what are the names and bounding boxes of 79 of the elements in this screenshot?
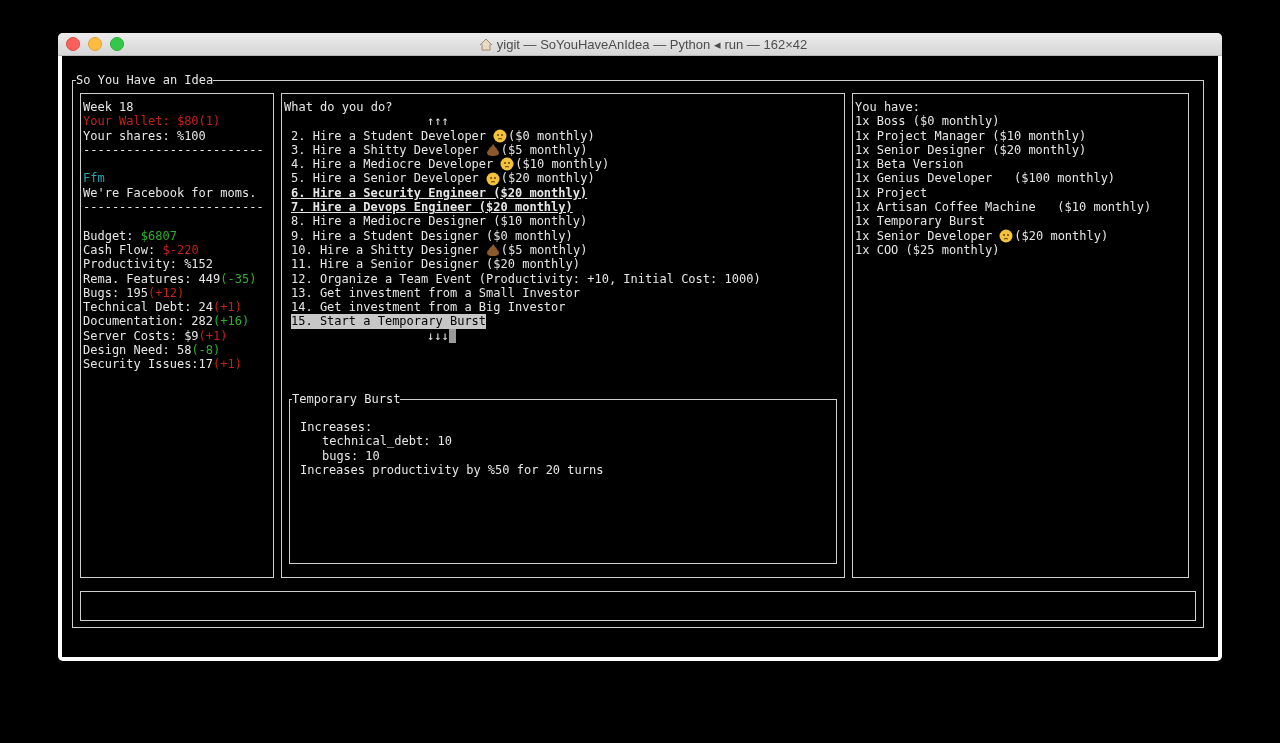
scroll-down-indicator: ↓↓↓ — [427, 328, 449, 344]
inventory-item: 1x Project Manager ($10 monthly) — [855, 128, 1087, 143]
house-icon — [478, 37, 493, 51]
poop-icon — [485, 243, 500, 258]
stat-label: Cash Flow: — [83, 242, 157, 258]
menu-item-cost: ($20 monthly) — [500, 171, 595, 186]
menu-item[interactable]: 7. Hire a Devops Engineer ($20 monthly) — [291, 200, 573, 215]
status-text: Ffm — [83, 171, 106, 186]
detail-text: Increases productivity by %50 for 20 turns — [300, 462, 605, 478]
menu-prompt: What do you do? — [284, 100, 394, 115]
stat-label: Technical Debt: 24 — [83, 300, 214, 315]
status-text: Productivity: %152 — [83, 257, 215, 272]
menu-item[interactable]: 6. Hire a Security Engineer ($20 monthly) — [291, 185, 588, 201]
inventory-item: 1x Senior Developer — [855, 228, 993, 243]
menu-item[interactable]: 3. Hire a Shitty Developer — [291, 142, 479, 158]
app-title: So You Have an Idea — [76, 73, 214, 87]
status-text: We're Facebook for moms. — [83, 185, 258, 201]
menu-item[interactable]: 14. Get investment from a Big Investor — [291, 300, 566, 315]
status-text: ------------------------- — [83, 200, 265, 215]
menu-item-cost: ($5 monthly) — [500, 142, 588, 158]
inventory-item: 1x Project — [855, 185, 928, 201]
stat-value: (+1) — [213, 300, 242, 315]
inventory-item: 1x Beta Version — [855, 157, 964, 172]
stat-label: Documentation: 282 — [83, 314, 214, 329]
menu-item[interactable]: 5. Hire a Senior Developer — [291, 171, 479, 186]
zoom-button[interactable] — [110, 37, 124, 51]
menu-item-cost: ($10 monthly) — [515, 157, 610, 172]
stat-value: $6807 — [140, 228, 177, 243]
face-icon — [493, 128, 508, 143]
stat-value: (+1) — [198, 328, 228, 344]
stat-label: Server Costs: $9 — [83, 328, 199, 344]
inventory-item-cost: ($20 monthly) — [1014, 228, 1109, 243]
detail-text: Increases: — [300, 420, 374, 435]
stat-value: $-220 — [162, 242, 199, 258]
stat-label: Security Issues:17 — [83, 357, 214, 372]
stat-label: Rema. Features: 449 — [83, 271, 221, 286]
face-icon — [999, 228, 1014, 243]
detail-title: Temporary Burst — [292, 392, 401, 407]
poop-icon — [485, 143, 500, 158]
inventory-heading: You have: — [855, 100, 922, 115]
menu-item[interactable]: 13. Get investment from a Small Investor — [291, 285, 580, 301]
status-text: ------------------------- — [83, 142, 265, 158]
menu-item[interactable]: 11. Hire a Senior Designer ($20 monthly) — [291, 257, 580, 272]
menu-item[interactable]: 12. Organize a Team Event (Productivity: +10, Initial Cost: 1000) — [291, 271, 761, 286]
stat-value: (+16) — [213, 314, 250, 329]
menu-item[interactable]: 15. Start a Temporary Burst — [291, 314, 487, 329]
status-text: Week 18 — [83, 100, 135, 115]
inventory-item: 1x Artisan Coffee Machine ($10 monthly) — [855, 200, 1152, 215]
stat-label: Bugs: 195 — [83, 285, 149, 301]
close-button[interactable] — [66, 37, 80, 51]
status-text: Your Wallet: $80(1) — [83, 114, 222, 129]
menu-item[interactable]: 2. Hire a Student Developer — [291, 128, 487, 143]
command-input-field[interactable] — [80, 591, 1196, 621]
scroll-up-indicator: ↑↑↑ — [426, 114, 450, 129]
menu-item-cost: ($5 monthly) — [500, 242, 588, 258]
face-icon — [485, 171, 500, 186]
inventory-item: 1x Senior Designer ($20 monthly) — [855, 142, 1087, 158]
detail-text: technical_debt: 10 — [321, 434, 454, 449]
inventory-item: 1x Genius Developer ($100 monthly) — [855, 171, 1116, 186]
menu-item[interactable]: 10. Hire a Shitty Designer — [291, 242, 479, 258]
menu-item[interactable]: 9. Hire a Student Designer ($0 monthly) — [291, 228, 573, 243]
status-text: Your shares: %100 — [83, 128, 207, 143]
inventory-item: 1x Temporary Burst — [855, 214, 986, 229]
menu-item[interactable]: 8. Hire a Mediocre Designer ($10 monthly) — [291, 214, 588, 229]
inventory-item: 1x Boss ($0 monthly) — [855, 114, 1000, 129]
minimize-button[interactable] — [88, 37, 102, 51]
stat-value: (+1) — [213, 357, 242, 372]
face-icon — [500, 157, 515, 172]
detail-text: bugs: 10 — [321, 448, 381, 463]
stat-label: Design Need: 58 — [83, 343, 192, 358]
stat-label: Budget: — [83, 228, 135, 243]
cursor-block — [448, 328, 456, 343]
stat-value: (+12) — [148, 285, 185, 301]
window-title: yigit — SoYouHaveAnIdea — Python ◂ run — 162×42 — [496, 36, 808, 52]
menu-item[interactable]: 4. Hire a Mediocre Developer — [291, 157, 494, 172]
inventory-item: 1x COO ($25 monthly) — [855, 242, 1000, 258]
stat-value: (-8) — [191, 343, 221, 358]
stat-value: (-35) — [220, 271, 257, 286]
menu-item-cost: ($0 monthly) — [508, 128, 595, 143]
